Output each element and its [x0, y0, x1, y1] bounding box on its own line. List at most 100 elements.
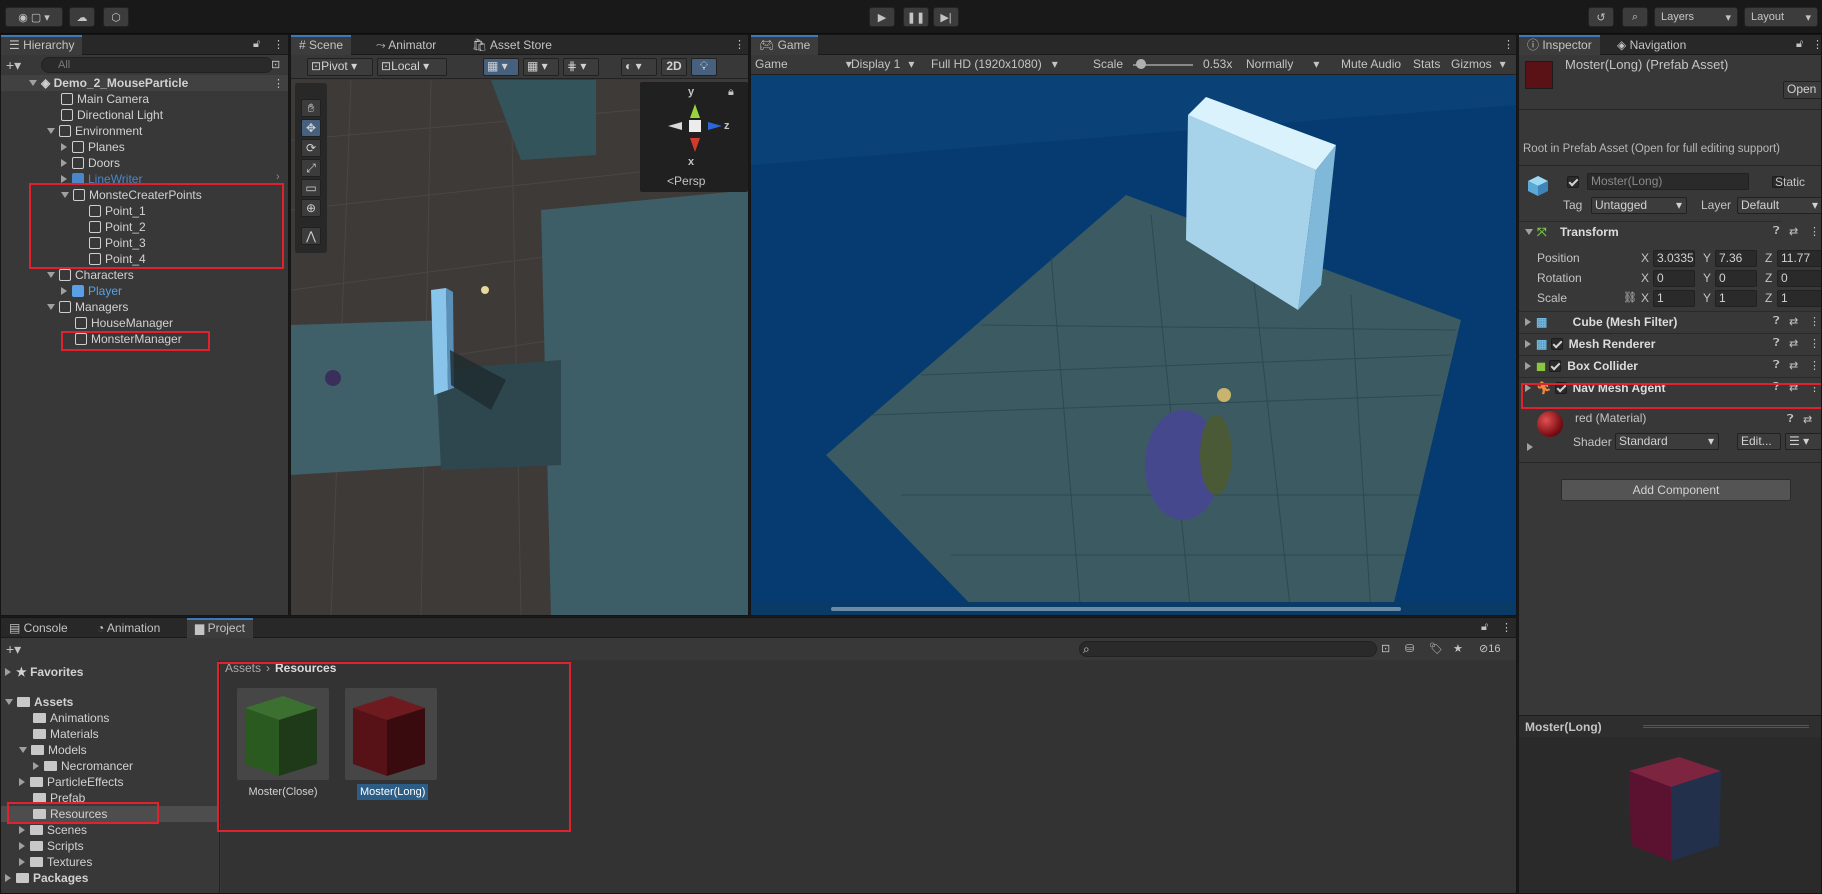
- tab-hierarchy[interactable]: ☰ Hierarchy: [1, 35, 83, 55]
- tab-navigation[interactable]: ◈ Navigation: [1609, 35, 1694, 55]
- star-icon[interactable]: ★: [1453, 642, 1463, 655]
- custom-tool[interactable]: ⋀: [301, 227, 321, 245]
- tree-item[interactable]: Materials: [33, 726, 99, 742]
- position-x-field[interactable]: 3.0335: [1653, 250, 1695, 267]
- more-icon[interactable]: ⋮: [1809, 337, 1820, 350]
- tab-asset-store[interactable]: 🛍︎ Asset Store: [464, 35, 560, 55]
- tree-item[interactable]: Animations: [33, 710, 109, 726]
- scale-slider-thumb[interactable]: [1136, 59, 1146, 69]
- orientation-gizmo[interactable]: y z x <Persp 🔒︎: [640, 82, 748, 192]
- help-icon[interactable]: ❓︎: [1787, 413, 1794, 426]
- preset-icon[interactable]: ⇄: [1789, 225, 1798, 238]
- layers-dropdown[interactable]: Layers ▾: [1654, 7, 1738, 27]
- list-item[interactable]: Directional Light: [61, 107, 163, 123]
- tab-game[interactable]: 🎮︎ Game: [751, 35, 819, 55]
- help-icon[interactable]: ❓︎: [1773, 225, 1780, 238]
- link-icon[interactable]: ⛓︎: [1623, 291, 1637, 304]
- game-viewport[interactable]: [751, 75, 1517, 616]
- hidden-packages-icon[interactable]: ⊘16: [1479, 642, 1500, 655]
- mesh-renderer-checkbox[interactable]: [1550, 338, 1563, 350]
- layer-dropdown[interactable]: Default ▾: [1737, 197, 1821, 214]
- tab-scene[interactable]: # Scene: [291, 35, 352, 55]
- preset-icon[interactable]: ⇄: [1789, 359, 1798, 372]
- tree-item[interactable]: Models: [19, 742, 87, 758]
- add-icon[interactable]: +▾: [6, 641, 21, 658]
- list-item[interactable]: HouseManager: [75, 315, 173, 331]
- pivot-dropdown[interactable]: ⊡Pivot ▾: [307, 58, 373, 76]
- rect-tool[interactable]: ▭: [301, 179, 321, 197]
- name-field[interactable]: Moster(Long): [1587, 173, 1749, 190]
- more-icon[interactable]: ⋮: [734, 38, 745, 51]
- shader-options-dropdown[interactable]: ☰ ▾: [1785, 433, 1821, 450]
- transform-header[interactable]: ⤧ Transform: [1519, 221, 1781, 242]
- more-icon[interactable]: ⋮: [1812, 38, 1821, 51]
- box-collider-checkbox[interactable]: [1549, 360, 1562, 372]
- list-item[interactable]: Doors: [61, 155, 120, 171]
- list-item[interactable]: Main Camera: [61, 91, 149, 107]
- rotate-tool[interactable]: ⟳: [301, 139, 321, 157]
- search-button[interactable]: ⌕: [1622, 7, 1648, 27]
- list-item[interactable]: Managers: [47, 299, 128, 315]
- tab-animation[interactable]: ◔ Animation: [89, 618, 168, 638]
- account-dropdown[interactable]: ◉ ▢ ▾: [5, 7, 63, 27]
- lock-icon[interactable]: 🔒︎: [728, 86, 734, 99]
- step-button[interactable]: ▶|: [933, 7, 959, 27]
- display-dropdown[interactable]: Display 1 ▾: [851, 57, 914, 71]
- more-icon[interactable]: ⋮: [1503, 38, 1514, 51]
- more-icon[interactable]: ⋮: [1501, 621, 1512, 634]
- collab-button[interactable]: ⬡: [103, 7, 129, 27]
- lock-icon[interactable]: 🔓︎: [1796, 38, 1803, 51]
- more-icon[interactable]: ⋮: [1809, 315, 1820, 328]
- tab-console[interactable]: ▤ Console: [1, 618, 76, 638]
- list-item[interactable]: Planes: [61, 139, 125, 155]
- help-icon[interactable]: ❓︎: [1773, 315, 1780, 328]
- increment-snap[interactable]: ⋕ ▾: [563, 58, 599, 76]
- scale-y-field[interactable]: 1: [1715, 290, 1757, 307]
- hierarchy-search-input[interactable]: All: [41, 57, 273, 73]
- game-mode-dropdown[interactable]: Game ▾: [755, 57, 852, 71]
- tree-item-assets[interactable]: Assets: [5, 694, 73, 710]
- preview-area[interactable]: [1519, 737, 1821, 893]
- more-icon[interactable]: ⋮: [273, 77, 284, 90]
- tree-item[interactable]: Scripts: [19, 838, 84, 854]
- help-icon[interactable]: ❓︎: [1773, 337, 1780, 350]
- move-tool[interactable]: ✥: [301, 119, 321, 137]
- snap-toggle[interactable]: ▦ ▾: [483, 58, 519, 76]
- rotation-z-field[interactable]: 0: [1777, 270, 1821, 287]
- position-y-field[interactable]: 7.36: [1715, 250, 1757, 267]
- layout-dropdown[interactable]: Layout ▾: [1744, 7, 1818, 27]
- favorites-item[interactable]: ★ Favorites: [5, 664, 83, 680]
- shader-dropdown[interactable]: Standard ▾: [1615, 433, 1719, 450]
- draw-mode-dropdown[interactable]: ◐ ▾: [621, 58, 657, 76]
- persp-label[interactable]: <Persp: [667, 174, 705, 188]
- active-checkbox[interactable]: [1567, 176, 1579, 188]
- rotation-x-field[interactable]: 0: [1653, 270, 1695, 287]
- tree-item[interactable]: ParticleEffects: [19, 774, 123, 790]
- history-button[interactable]: ↺: [1588, 7, 1614, 27]
- cloud-button[interactable]: ☁: [69, 7, 95, 27]
- tree-item-packages[interactable]: Packages: [5, 870, 88, 886]
- more-icon[interactable]: ⋮: [1809, 225, 1820, 238]
- transform-tool[interactable]: ⊕: [301, 199, 321, 217]
- pause-button[interactable]: ❚❚: [903, 7, 929, 27]
- preset-icon[interactable]: ⇄: [1789, 315, 1798, 328]
- preset-icon[interactable]: ⇄: [1803, 413, 1812, 426]
- filter-type-icon[interactable]: ⛁: [1405, 642, 1414, 655]
- preset-icon[interactable]: ⇄: [1789, 337, 1798, 350]
- tree-item[interactable]: Necromancer: [33, 758, 133, 774]
- scale-z-field[interactable]: 1: [1777, 290, 1821, 307]
- tab-animator[interactable]: ⤳ Animator: [368, 35, 444, 55]
- play-mode-dropdown[interactable]: Normally ▾: [1246, 57, 1319, 71]
- open-button[interactable]: Open: [1783, 81, 1821, 99]
- mute-audio-toggle[interactable]: Mute Audio: [1341, 57, 1401, 71]
- scale-x-field[interactable]: 1: [1653, 290, 1695, 307]
- preview-drag-handle[interactable]: [1643, 725, 1809, 728]
- list-item[interactable]: Player: [61, 283, 122, 299]
- list-item[interactable]: Environment: [47, 123, 142, 139]
- expand-material-icon[interactable]: [1527, 443, 1533, 451]
- lock-icon[interactable]: 🔓︎: [1481, 621, 1488, 634]
- scale-tool[interactable]: ⤢: [301, 159, 321, 177]
- tree-item[interactable]: Textures: [19, 854, 92, 870]
- list-item[interactable]: Characters: [47, 267, 134, 283]
- search-scope-icon[interactable]: ⊡: [1381, 642, 1390, 655]
